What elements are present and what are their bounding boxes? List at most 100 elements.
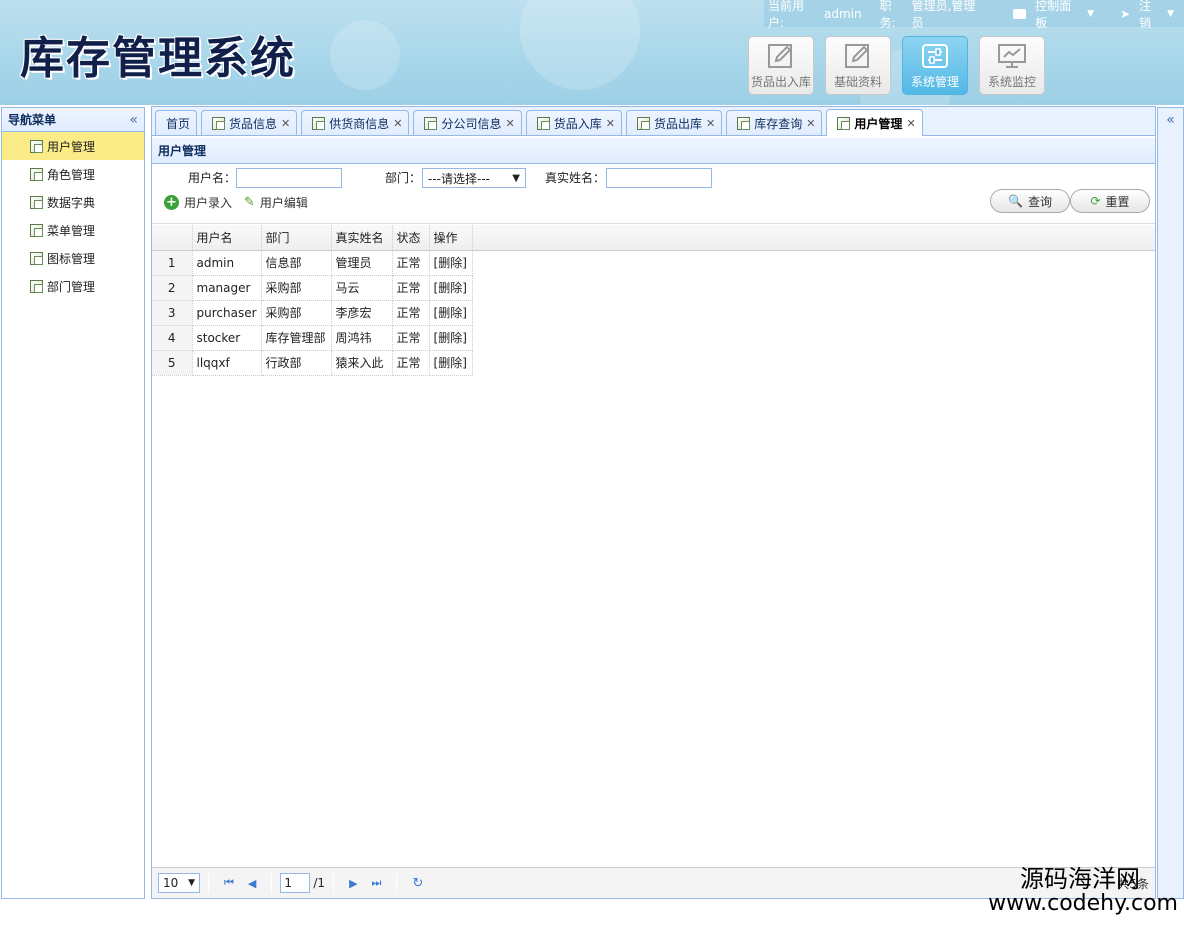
page-icon — [536, 116, 550, 130]
edit-user-button[interactable]: ✎ 用户编辑 — [244, 194, 308, 211]
caret-down-icon: ▼ — [512, 172, 520, 184]
collapse-left-icon[interactable]: « — [129, 112, 138, 128]
refresh-icon[interactable]: ↻ — [412, 876, 423, 891]
control-panel-menu[interactable]: 控制面板 ▼ — [1009, 0, 1094, 31]
last-page-icon[interactable]: ⏭ — [372, 876, 382, 890]
page-number-input[interactable]: 1 — [280, 873, 311, 893]
first-page-icon[interactable]: ⏮ — [224, 876, 234, 890]
close-icon[interactable]: ✕ — [606, 117, 615, 130]
page-size-select[interactable]: 10 ▼ — [158, 873, 200, 893]
right-panel-collapsed: « — [1157, 107, 1184, 899]
cell-status: 正常 — [392, 300, 430, 326]
sidebar-item-menu-mgmt[interactable]: 菜单管理 — [2, 216, 144, 244]
app-logo: 库存管理系统 — [20, 33, 296, 84]
tab-label: 首页 — [166, 116, 191, 131]
divider — [333, 873, 335, 893]
page-icon — [30, 279, 43, 293]
close-icon[interactable]: ✕ — [706, 117, 715, 130]
sidebar-item-icon-mgmt[interactable]: 图标管理 — [2, 244, 144, 272]
query-button[interactable]: 🔍 查询 — [990, 189, 1070, 213]
tab-supplier-info[interactable]: 供货商信息 ✕ — [301, 110, 410, 135]
module-label: 系统监控 — [987, 75, 1036, 89]
page-icon — [30, 167, 43, 181]
tab-goods-info[interactable]: 货品信息 ✕ — [201, 110, 298, 135]
delete-link[interactable]: [删除] — [429, 325, 473, 351]
caret-down-icon: ▼ — [1167, 8, 1174, 19]
module-goods-io[interactable]: 货品出入库 — [748, 36, 814, 95]
module-system-monitor[interactable]: 系统监控 — [979, 36, 1045, 95]
page-icon — [737, 116, 751, 130]
sidebar-item-user-mgmt[interactable]: 用户管理 — [2, 132, 144, 160]
delete-link[interactable]: [删除] — [429, 350, 473, 376]
add-user-label: 用户录入 — [184, 196, 233, 210]
logout-menu[interactable]: ➤ 注销 ▼ — [1116, 0, 1174, 31]
close-icon[interactable]: ✕ — [806, 117, 815, 130]
username-input[interactable] — [236, 168, 342, 188]
dept-select[interactable]: ---请选择--- ▼ — [422, 168, 526, 188]
tab-label: 货品出库 — [653, 116, 702, 131]
tab-goods-out[interactable]: 货品出库 ✕ — [625, 110, 723, 135]
table-row[interactable]: 3 purchaser 采购部 李彦宏 正常 [删除] — [152, 300, 473, 326]
sidebar-item-dictionary[interactable]: 数据字典 — [2, 188, 144, 216]
settings-sliders-icon — [922, 44, 948, 68]
delete-link[interactable]: [删除] — [429, 250, 473, 276]
tab-branch-info[interactable]: 分公司信息 ✕ — [413, 110, 522, 135]
cell-username: admin — [192, 250, 262, 276]
col-realname[interactable]: 真实姓名 — [331, 225, 393, 251]
expand-right-icon[interactable]: « — [1158, 112, 1183, 128]
col-dept[interactable]: 部门 — [261, 225, 332, 251]
tab-home[interactable]: 首页 — [155, 110, 198, 135]
current-user-label: 当前用户: — [768, 0, 805, 30]
cell-dept: 采购部 — [261, 275, 332, 301]
cell-dept: 采购部 — [261, 300, 332, 326]
table-row[interactable]: 2 manager 采购部 马云 正常 [删除] — [152, 275, 473, 301]
sidebar-header: 导航菜单 « — [2, 108, 144, 132]
tab-stock-query[interactable]: 库存查询 ✕ — [726, 110, 823, 135]
realname-input[interactable] — [606, 168, 712, 188]
cell-realname: 管理员 — [331, 250, 393, 276]
tab-goods-in[interactable]: 货品入库 ✕ — [525, 110, 622, 135]
delete-link[interactable]: [删除] — [429, 275, 473, 301]
table-row[interactable]: 5 llqqxf 行政部 猿来入此 正常 [删除] — [152, 350, 473, 376]
table-row[interactable]: 1 admin 信息部 管理员 正常 [删除] — [152, 250, 473, 276]
dept-label: 部门： — [385, 171, 422, 185]
search-form: 用户名： 部门： ---请选择--- ▼ 真实姓名： + 用户录入 ✎ 用户编辑… — [152, 164, 1155, 224]
row-number: 3 — [152, 300, 193, 326]
module-basic-data[interactable]: 基础资料 — [825, 36, 891, 95]
watermark-line1: 源码海洋网 — [1020, 865, 1140, 893]
next-page-icon[interactable]: ▶ — [349, 877, 357, 890]
module-label: 货品出入库 — [750, 75, 811, 89]
page-icon — [30, 195, 43, 209]
module-system-admin[interactable]: 系统管理 — [902, 36, 968, 95]
folder-icon — [1013, 8, 1027, 19]
user-table: 用户名 部门 真实姓名 状态 操作 1 admin 信息部 管理员 正常 [删除 — [152, 225, 473, 376]
sidebar-item-role-mgmt[interactable]: 角色管理 — [2, 160, 144, 188]
reset-button[interactable]: ⟳ 重置 — [1070, 189, 1150, 213]
col-status[interactable]: 状态 — [392, 225, 430, 251]
paper-plane-icon: ➤ — [1120, 6, 1131, 21]
control-panel-label: 控制面板 — [1035, 0, 1072, 30]
cell-dept: 信息部 — [261, 250, 332, 276]
prev-page-icon[interactable]: ◀ — [248, 877, 256, 890]
close-icon[interactable]: ✕ — [281, 117, 290, 130]
tab-label: 分公司信息 — [441, 116, 502, 131]
page-size-value: 10 — [163, 876, 179, 890]
close-icon[interactable]: ✕ — [506, 117, 515, 130]
sidebar-item-label: 角色管理 — [47, 167, 96, 182]
edit-icon — [845, 44, 869, 68]
tab-user-mgmt[interactable]: 用户管理 ✕ — [826, 109, 923, 136]
close-icon[interactable]: ✕ — [906, 117, 915, 130]
header-decoration — [330, 20, 400, 90]
delete-link[interactable]: [删除] — [429, 300, 473, 326]
sidebar-item-dept-mgmt[interactable]: 部门管理 — [2, 272, 144, 300]
close-icon[interactable]: ✕ — [393, 117, 402, 130]
nav-sidebar: 导航菜单 « 用户管理 角色管理 数据字典 菜单管理 图标管理 部门管理 — [1, 107, 145, 899]
row-number: 5 — [152, 350, 193, 376]
col-username[interactable]: 用户名 — [192, 225, 262, 251]
add-user-button[interactable]: + 用户录入 — [164, 194, 232, 211]
page-icon — [837, 116, 851, 130]
col-action[interactable]: 操作 — [429, 225, 473, 251]
caret-down-icon: ▼ — [1087, 8, 1095, 19]
cell-status: 正常 — [392, 325, 430, 351]
table-row[interactable]: 4 stocker 库存管理部 周鸿祎 正常 [删除] — [152, 325, 473, 351]
